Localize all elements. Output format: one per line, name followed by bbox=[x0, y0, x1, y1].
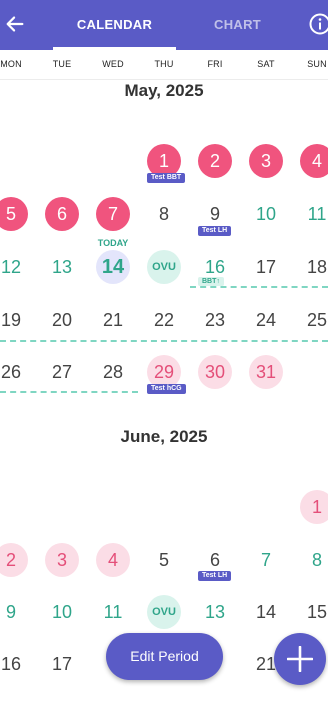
calendar-day[interactable]: 19 bbox=[0, 303, 28, 337]
calendar-day[interactable]: 16 bbox=[0, 647, 28, 681]
bbt-dashed-line bbox=[0, 391, 138, 393]
calendar-day[interactable]: 4 bbox=[300, 144, 328, 178]
weekday-sun: SUN bbox=[307, 59, 327, 69]
calendar-day[interactable]: 14 bbox=[249, 595, 283, 629]
calendar-day[interactable]: 13 bbox=[45, 250, 79, 284]
weekday-wed: WED bbox=[102, 59, 124, 69]
calendar-day[interactable]: 23 bbox=[198, 303, 232, 337]
weekday-header: MON TUE WED THU FRI SAT SUN bbox=[0, 50, 328, 80]
calendar-day[interactable]: 22 bbox=[147, 303, 181, 337]
calendar-day[interactable]: 2 bbox=[0, 543, 28, 577]
calendar-day[interactable]: 4 bbox=[96, 543, 130, 577]
bbt-dashed-line bbox=[190, 286, 328, 288]
edit-period-button[interactable]: Edit Period bbox=[106, 633, 223, 680]
calendar-day[interactable]: 3 bbox=[249, 144, 283, 178]
calendar-day[interactable]: 10 bbox=[45, 595, 79, 629]
ovulation-day[interactable]: OVU bbox=[147, 250, 181, 284]
add-button[interactable] bbox=[274, 633, 326, 685]
calendar-day[interactable]: 3 bbox=[45, 543, 79, 577]
calendar-day-today[interactable]: 14 bbox=[96, 250, 130, 284]
month-title: June, 2025 bbox=[120, 427, 208, 446]
test-hcg-tag: Test hCG bbox=[147, 384, 186, 394]
weekday-sat: SAT bbox=[257, 59, 275, 69]
calendar-day[interactable]: 28 bbox=[96, 355, 130, 389]
calendar-day[interactable]: 10 bbox=[249, 197, 283, 231]
calendar-day[interactable]: 20 bbox=[45, 303, 79, 337]
calendar-day[interactable]: 2 bbox=[198, 144, 232, 178]
calendar-day[interactable]: 1 bbox=[300, 490, 328, 524]
calendar-day[interactable]: 25 bbox=[300, 303, 328, 337]
calendar-day[interactable]: 17 bbox=[45, 647, 79, 681]
weekday-tue: TUE bbox=[52, 59, 72, 69]
calendar-day[interactable]: 6 bbox=[45, 197, 79, 231]
calendar-day[interactable]: 8 bbox=[300, 543, 328, 577]
month-title: May, 2025 bbox=[124, 81, 204, 100]
tab-chart[interactable]: CHART bbox=[176, 0, 299, 50]
calendar-day[interactable]: 7 bbox=[96, 197, 130, 231]
calendar-day[interactable]: 7 bbox=[249, 543, 283, 577]
calendar-day[interactable]: 5 bbox=[0, 197, 28, 231]
calendar-day[interactable]: 9 bbox=[0, 595, 28, 629]
calendar-day[interactable]: 30 bbox=[198, 355, 232, 389]
calendar-day[interactable]: 31 bbox=[249, 355, 283, 389]
calendar-day[interactable]: 27 bbox=[45, 355, 79, 389]
back-arrow-icon[interactable] bbox=[4, 13, 26, 35]
calendar-day[interactable]: 26 bbox=[0, 355, 28, 389]
test-bbt-tag: Test BBT bbox=[147, 173, 186, 183]
test-lh-tag: Test LH bbox=[198, 571, 232, 581]
bbt-rise-tag: BBT↑ bbox=[198, 277, 224, 286]
calendar-day[interactable]: 11 bbox=[96, 595, 130, 629]
calendar-day[interactable]: 5 bbox=[147, 543, 181, 577]
app-bar: CALENDAR CHART bbox=[0, 0, 328, 50]
info-icon[interactable] bbox=[308, 12, 328, 36]
calendar-day[interactable]: 12 bbox=[0, 250, 28, 284]
today-label: TODAY bbox=[97, 238, 129, 248]
ovulation-day[interactable]: OVU bbox=[147, 595, 181, 629]
calendar-day[interactable]: 8 bbox=[147, 197, 181, 231]
plus-icon bbox=[287, 646, 313, 672]
calendar-day[interactable]: 13 bbox=[198, 595, 232, 629]
weekday-thu: THU bbox=[154, 59, 174, 69]
weekday-fri: FRI bbox=[207, 59, 223, 69]
calendar-day[interactable]: 11 bbox=[300, 197, 328, 231]
calendar-day[interactable]: 24 bbox=[249, 303, 283, 337]
calendar-day[interactable]: 18 bbox=[300, 250, 328, 284]
calendar-day[interactable]: 15 bbox=[300, 595, 328, 629]
test-lh-tag: Test LH bbox=[198, 226, 232, 236]
calendar-day[interactable]: 21 bbox=[96, 303, 130, 337]
weekday-mon: MON bbox=[0, 59, 22, 69]
tab-calendar[interactable]: CALENDAR bbox=[53, 0, 176, 50]
bbt-dashed-line bbox=[0, 340, 328, 342]
calendar-day[interactable]: 17 bbox=[249, 250, 283, 284]
